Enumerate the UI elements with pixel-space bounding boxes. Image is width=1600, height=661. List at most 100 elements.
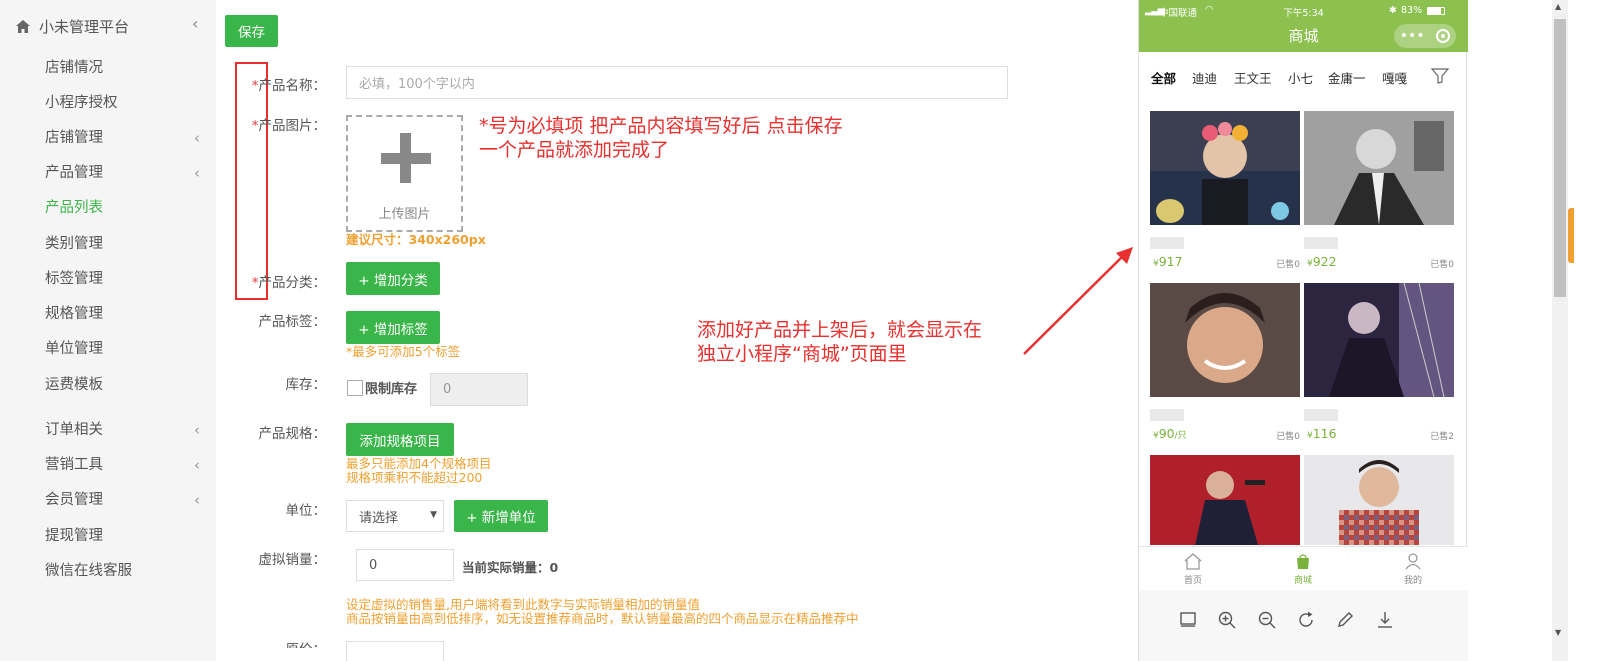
mini-program-capsule[interactable]: •••: [1394, 24, 1456, 48]
product-card[interactable]: [1304, 455, 1454, 545]
tab-category[interactable]: 金庸一: [1328, 68, 1366, 87]
tag-limit-hint: *最多可添加5个标签: [346, 344, 461, 359]
scroll-up-icon[interactable]: ▲: [1555, 2, 1561, 11]
product-price: ¥90/只: [1153, 426, 1187, 441]
add-tag-button[interactable]: + 增加标签: [346, 311, 440, 344]
spec-product-hint: 规格项乘积不能超过200: [346, 470, 483, 485]
product-name-blur: [1304, 409, 1338, 421]
virtual-sales-label: 虚拟销量：: [258, 552, 327, 568]
home-icon: [1184, 553, 1202, 570]
product-card[interactable]: ¥917 已售0: [1150, 111, 1300, 270]
price-value: 922: [1312, 254, 1337, 269]
scrollbar-thumb[interactable]: [1554, 19, 1566, 297]
product-price: ¥922: [1307, 254, 1337, 269]
edit-icon[interactable]: [1335, 610, 1355, 630]
screen-icon[interactable]: [1178, 610, 1198, 630]
battery-icon: [1427, 7, 1445, 15]
unit-select[interactable]: 请选择 ▼: [346, 500, 444, 532]
image-label: *产品图片：: [251, 118, 326, 134]
product-price: ¥116: [1307, 426, 1337, 441]
home-icon: [16, 19, 30, 33]
right-edge: [1568, 0, 1600, 661]
upload-label: 上传图片: [378, 207, 431, 222]
price-input[interactable]: [346, 641, 444, 661]
product-card[interactable]: ¥116 已售2: [1304, 283, 1454, 442]
sidebar-item-store-management[interactable]: 店铺管理: [45, 128, 103, 148]
bluetooth-icon: ✱: [1389, 5, 1397, 16]
sidebar-item-unit-management[interactable]: 单位管理: [45, 339, 103, 359]
scroll-down-icon[interactable]: ▼: [1555, 628, 1561, 637]
side-handle[interactable]: [1568, 208, 1574, 263]
product-card[interactable]: ¥922 已售0: [1304, 111, 1454, 270]
page-scrollbar[interactable]: ▲ ▼: [1552, 0, 1568, 661]
sidebar-item-wechat-service[interactable]: 微信在线客服: [45, 561, 132, 581]
preview-toolbar: [1139, 590, 1468, 661]
tag-label: 产品标签：: [258, 314, 327, 330]
stock-input[interactable]: 0: [430, 373, 528, 406]
product-image: [1150, 283, 1300, 397]
product-name-blur: [1150, 409, 1184, 421]
tab-all[interactable]: 全部: [1151, 68, 1176, 87]
actual-sales-text: 当前实际销量：0: [462, 560, 559, 575]
refresh-icon[interactable]: [1296, 610, 1316, 630]
tab-category[interactable]: 王文王: [1234, 68, 1272, 87]
battery-percent: 83%: [1401, 5, 1423, 16]
sidebar-item-product-list[interactable]: 产品列表: [45, 198, 103, 218]
product-name-blur: [1304, 237, 1338, 249]
caret-down-icon: ▼: [430, 510, 437, 520]
sidebar-item-orders[interactable]: 订单相关: [45, 420, 103, 440]
tab-category[interactable]: 迪迪: [1192, 68, 1217, 87]
add-unit-button[interactable]: + 新增单位: [454, 500, 548, 532]
sidebar-item-shipping-template[interactable]: 运费模板: [45, 375, 103, 395]
sidebar-item-product-management[interactable]: 产品管理: [45, 163, 103, 183]
image-size-hint: 建议尺寸：340x260px: [346, 232, 486, 247]
sidebar-item-tag-management[interactable]: 标签管理: [45, 269, 103, 289]
sidebar-item-category-management[interactable]: 类别管理: [45, 234, 103, 254]
sales-sort-hint: 商品按销量由高到低排序，如无设置推荐商品时，默认销量最高的四个商品显示在精品推荐…: [346, 611, 859, 626]
sidebar-collapse-icon[interactable]: ‹: [192, 14, 200, 33]
product-name-blur: [1150, 237, 1184, 249]
sidebar-item-members[interactable]: 会员管理: [45, 490, 103, 510]
product-name-input[interactable]: 必填，100个字以内: [346, 66, 1008, 99]
tab-home-label: 首页: [1183, 576, 1202, 586]
more-icon[interactable]: •••: [1400, 29, 1425, 43]
virtual-sales-input[interactable]: 0: [356, 549, 454, 581]
sidebar-item-mini-program-auth[interactable]: 小程序授权: [45, 93, 118, 113]
brand[interactable]: 小未管理平台: [16, 16, 129, 36]
sidebar-item-marketing[interactable]: 营销工具: [45, 455, 103, 475]
price-unit: /只: [1174, 431, 1187, 441]
tab-profile[interactable]: 我的: [1383, 553, 1443, 586]
sidebar-item-spec-management[interactable]: 规格管理: [45, 304, 103, 324]
limit-stock-checkbox[interactable]: [347, 380, 363, 396]
sidebar-item-withdrawal[interactable]: 提现管理: [45, 526, 103, 546]
download-icon[interactable]: [1375, 610, 1395, 630]
tab-category[interactable]: 嘎嘎: [1382, 68, 1407, 87]
phone-preview: ▂▃▅ 中国联通 ◠ 下午5:34 ✱ 83% 商城 ••• 全部 迪迪 王文王…: [1138, 0, 1468, 661]
price-label: 原价：: [216, 638, 327, 648]
chevron-left-icon: ‹: [194, 421, 200, 439]
zoom-in-icon[interactable]: [1217, 610, 1237, 630]
tab-home[interactable]: 首页: [1163, 553, 1223, 586]
shopping-bag-icon: [1297, 554, 1309, 569]
product-card[interactable]: ¥90/只 已售0: [1150, 283, 1300, 442]
add-spec-button[interactable]: 添加规格项目: [346, 423, 454, 456]
required-highlight-box: [235, 62, 268, 300]
category-tabs: 全部 迪迪 王文王 小七 金庸一 嘎嘎: [1139, 60, 1468, 92]
sidebar-item-store-overview[interactable]: 店铺情况: [45, 58, 103, 78]
filter-icon[interactable]: [1431, 68, 1449, 84]
add-category-button[interactable]: + 增加分类: [346, 262, 440, 295]
tab-category[interactable]: 小七: [1288, 68, 1313, 87]
upload-image-button[interactable]: 上传图片: [346, 115, 463, 232]
product-sold: 已售0: [1276, 432, 1300, 442]
chevron-left-icon: ‹: [194, 491, 200, 509]
product-card[interactable]: [1150, 455, 1300, 545]
spec-limit-hint: 最多只能添加4个规格项目: [346, 456, 492, 471]
product-image: [1304, 111, 1454, 225]
annotation-line: 添加好产品并上架后，就会显示在: [697, 319, 983, 341]
annotation-required-note: *号为必填项 把产品内容填写好后 点击保存 一个产品就添加完成了: [479, 114, 843, 162]
spec-label: 产品规格：: [258, 426, 327, 442]
close-circle-icon[interactable]: [1436, 29, 1451, 43]
zoom-out-icon[interactable]: [1257, 610, 1277, 630]
tab-mall[interactable]: 商城: [1273, 553, 1333, 586]
save-button[interactable]: 保存: [225, 15, 278, 47]
